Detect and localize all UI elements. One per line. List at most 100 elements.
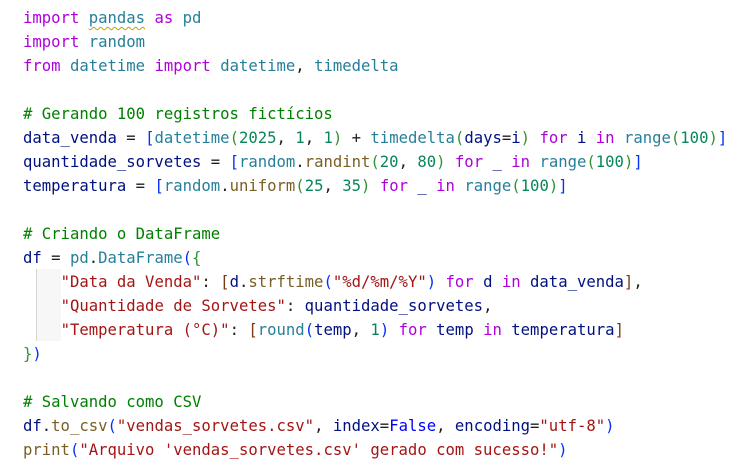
code-token: ) [558, 441, 568, 459]
code-token: = [116, 129, 146, 147]
code-token: , [314, 417, 333, 435]
code-line[interactable]: }) [23, 342, 42, 366]
code-token: , [276, 129, 296, 147]
code-line[interactable]: # Gerando 100 registros fictícios [23, 102, 333, 126]
code-token: : [201, 273, 221, 291]
code-token: for [454, 153, 484, 171]
code-token: = [126, 177, 155, 195]
code-token: 1 [370, 321, 380, 339]
code-token: 2025 [238, 129, 277, 147]
code-token: in [483, 321, 502, 339]
code-token: 100 [595, 153, 624, 171]
code-line[interactable] [23, 78, 32, 102]
code-token: "Arquivo 'vendas_sorvetes.csv' gerado co… [79, 441, 559, 459]
code-token: ( [323, 273, 333, 291]
code-token: "%d/%m/%Y" [332, 273, 427, 291]
code-token: ( [370, 153, 380, 171]
code-token: encoding [454, 417, 531, 435]
code-line[interactable]: from datetime import datetime, timedelta [23, 54, 399, 78]
code-token: ) [426, 273, 437, 291]
code-token: temperatura [23, 177, 127, 195]
code-token: ] [614, 321, 624, 339]
code-token: ( [182, 249, 193, 267]
code-token: import [154, 57, 211, 75]
code-token: timedelta [370, 129, 455, 147]
code-token: pd [69, 249, 89, 267]
code-line[interactable]: "Data da Venda": [d.strftime("%d/%m/%Y")… [23, 270, 643, 294]
code-token: strftime [248, 273, 324, 291]
code-line[interactable] [23, 366, 32, 390]
code-line[interactable]: # Criando o DataFrame [23, 222, 220, 246]
code-token: ( [454, 129, 465, 147]
code-token: ) [605, 417, 615, 435]
code-token: round [257, 321, 305, 339]
code-token: for [379, 177, 408, 195]
code-line[interactable]: import pandas as pd [23, 6, 201, 30]
code-token: random [238, 153, 296, 171]
code-line[interactable]: df.to_csv("vendas_sorvetes.csv", index=F… [23, 414, 615, 438]
code-token: "Quantidade de Sorvetes" [60, 297, 286, 315]
code-token: ( [295, 177, 305, 195]
code-token: [ [220, 273, 230, 291]
code-token: = [201, 153, 230, 171]
code-token: ( [670, 129, 681, 147]
code-token: i [511, 129, 521, 147]
code-line[interactable]: "Quantidade de Sorvetes": quantidade_sor… [23, 294, 493, 318]
code-token: False [389, 417, 437, 435]
code-line[interactable] [23, 198, 32, 222]
code-line[interactable]: temperatura = [random.uniform(25, 35) fo… [23, 174, 568, 198]
code-token: : [285, 297, 305, 315]
code-editor[interactable]: import pandas as pd import random from dat… [0, 0, 748, 468]
code-token: ] [633, 153, 643, 171]
code-token: . [238, 273, 249, 291]
code-token: uniform [229, 177, 296, 195]
code-token: 80 [417, 153, 437, 171]
code-token: df [23, 417, 42, 435]
code-token: ) [548, 177, 559, 195]
code-token: } [23, 345, 33, 363]
code-token: data_venda [23, 129, 117, 147]
code-token: days [464, 129, 502, 147]
code-token: 20 [379, 153, 399, 171]
code-token: 1 [295, 129, 305, 147]
code-token: for [445, 273, 474, 291]
code-token: for [398, 321, 427, 339]
code-token: [ [248, 321, 258, 339]
code-token: + [342, 129, 371, 147]
code-token: random [88, 33, 146, 51]
code-token: = [530, 417, 540, 435]
code-token: as [154, 9, 174, 27]
code-token: range [539, 153, 587, 171]
code-line[interactable]: # Salvando como CSV [23, 390, 201, 414]
code-line[interactable]: print("Arquivo 'vendas_sorvetes.csv' ger… [23, 438, 568, 462]
code-token: ( [511, 177, 521, 195]
code-token: import [23, 9, 80, 27]
code-token: ( [304, 321, 315, 339]
code-token: : [229, 321, 249, 339]
code-line[interactable]: quantidade_sorvetes = [random.randint(20… [23, 150, 643, 174]
code-token: . [88, 249, 99, 267]
code-line[interactable]: df = pd.DataFrame({ [23, 246, 201, 270]
code-line[interactable]: "Temperatura (°C)": [round(temp, 1) for … [23, 318, 624, 342]
code-line[interactable]: data_venda = [datetime(2025, 1, 1) + tim… [23, 126, 727, 150]
code-token: [ [229, 153, 239, 171]
code-token: temp [314, 321, 352, 339]
code-token: temp [436, 321, 474, 339]
code-token: d [229, 273, 239, 291]
code-token: temperatura [511, 321, 615, 339]
code-token: _ [492, 153, 502, 171]
code-line[interactable]: import random [23, 30, 145, 54]
code-token: range [623, 129, 671, 147]
code-token: ( [69, 441, 80, 459]
